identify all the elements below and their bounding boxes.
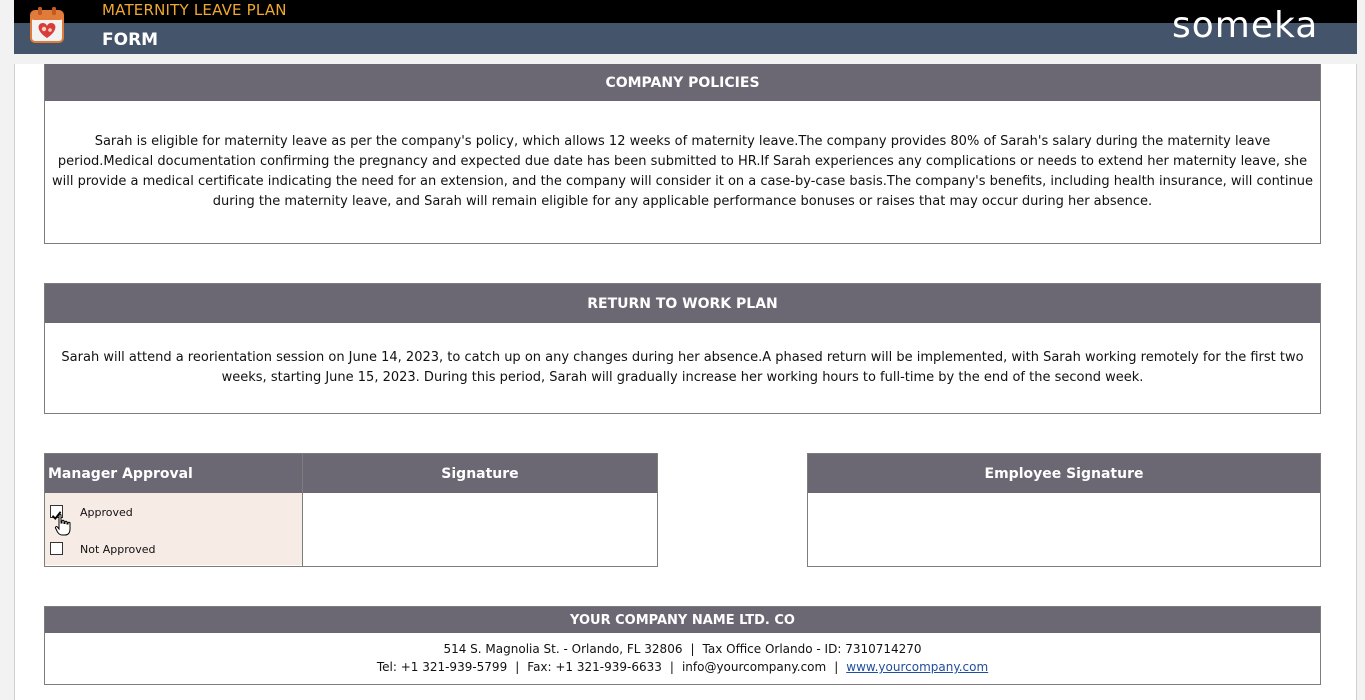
not-approved-label[interactable]: Not Approved: [80, 543, 156, 556]
hand-cursor-icon: [54, 513, 72, 537]
company-policies-heading: COMPANY POLICIES: [45, 64, 1320, 101]
company-website-link[interactable]: www.yourcompany.com: [846, 660, 988, 674]
company-tel: Tel: +1 321-939-5799: [376, 660, 508, 674]
company-tax-id: Tax Office Orlando - ID: 7310714270: [702, 642, 922, 656]
app-title: MATERNITY LEAVE PLAN: [102, 1, 287, 19]
return-plan-heading: RETURN TO WORK PLAN: [45, 284, 1320, 323]
company-email[interactable]: info@yourcompany.com: [682, 660, 826, 674]
company-address: 514 S. Magnolia St. - Orlando, FL 32806: [443, 642, 683, 656]
brand-logo[interactable]: someka: [1172, 3, 1332, 49]
manager-approval-heading: Manager Approval: [45, 454, 302, 493]
return-plan-text[interactable]: Sarah will attend a reorientation sessio…: [48, 348, 1317, 388]
company-fax: Fax: +1 321-939-6633: [527, 660, 662, 674]
page-title: FORM: [102, 30, 159, 50]
subtitle-bar: [14, 23, 1357, 54]
calendar-heart-icon: [30, 6, 64, 44]
company-address-line: 514 S. Magnolia St. - Orlando, FL 32806 |…: [443, 642, 922, 656]
employee-signature-heading: Employee Signature: [808, 454, 1320, 493]
company-policies-text[interactable]: Sarah is eligible for maternity leave as…: [50, 132, 1315, 212]
brand-wordmark: someka: [1172, 5, 1318, 46]
employee-signature-field[interactable]: [808, 493, 1320, 565]
company-contact-line: Tel: +1 321-939-5799 | Fax: +1 321-939-663…: [376, 660, 989, 674]
approved-label[interactable]: Approved: [80, 506, 133, 519]
manager-signature-field[interactable]: [303, 493, 657, 565]
company-name: YOUR COMPANY NAME LTD. CO: [45, 607, 1320, 633]
sheet-edge-left: [14, 64, 15, 700]
signature-heading: Signature: [303, 454, 657, 493]
not-approved-checkbox[interactable]: [50, 542, 63, 555]
sheet-edge-right: [1356, 64, 1357, 700]
